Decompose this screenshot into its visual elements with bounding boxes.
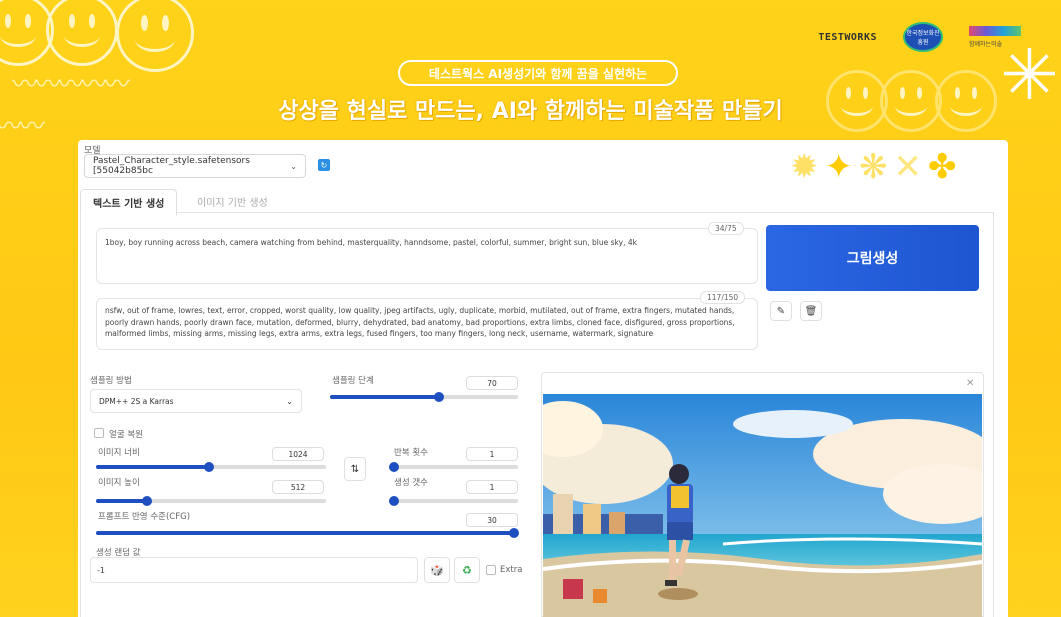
chevron-down-icon: ⌄ [286,396,293,406]
subtitle-pill: 테스트웍스 AI생성기와 함께 꿈을 실현하는 [398,60,678,86]
cfg-input[interactable]: 30 [466,513,518,527]
tab-image-generation[interactable]: 이미지 기반 생성 [185,189,280,214]
partner-logos: TESTWORKS 한국정보화진흥원 함께하는미술 [818,22,1021,52]
page-title: 상상을 현실로 만드는, AI와 함께하는 미술작품 만들기 [278,99,783,124]
model-select[interactable]: Pastel_Character_style.safetensors [5504… [84,154,306,178]
sampling-steps-label: 샘플링 단계 [332,376,374,386]
generate-button[interactable]: 그림생성 [766,225,979,291]
close-icon[interactable]: ✕ [966,378,974,389]
tab-divider [80,212,994,213]
width-input[interactable]: 1024 [272,447,324,461]
batch-count-slider[interactable] [389,462,518,472]
pencil-icon[interactable]: ✎ [770,301,792,321]
extra-checkbox[interactable] [486,565,496,575]
swap-dimensions-icon[interactable]: ⇅ [344,457,366,481]
refresh-icon[interactable]: ↻ [318,159,330,171]
partner-round-logo: 한국정보화진흥원 [903,22,943,52]
width-slider[interactable] [96,462,326,472]
partner-color-logo: 함께하는미술 [969,26,1021,48]
batch-size-label: 생성 갯수 [394,478,428,488]
model-select-value: Pastel_Character_style.safetensors [5504… [93,156,250,176]
extra-label: Extra [500,565,523,575]
negative-prompt-token-counter: 117/150 [700,291,746,304]
cfg-slider[interactable] [96,528,519,538]
width-label: 이미지 너비 [98,448,140,458]
sampling-method-label: 샘플링 방법 [90,376,132,386]
face-restore-label: 얼굴 복원 [109,430,143,440]
clover-icon: ✤ [928,147,957,187]
seed-value: -1 [97,565,105,575]
cross-icon: ✕ [893,147,923,187]
sparkle-icon: ✦ [824,147,854,187]
flower-icon: ❋ [859,147,888,187]
panel-border-right [993,212,994,617]
generated-image [543,394,982,617]
prompt-input[interactable]: 1boy, boy running across beach, camera w… [96,228,758,284]
sampling-steps-input[interactable]: 70 [466,376,518,390]
testworks-logo: TESTWORKS [818,31,877,43]
chevron-down-icon: ⌄ [290,161,297,171]
height-label: 이미지 높이 [98,478,140,488]
negative-prompt-input[interactable]: nsfw, out of frame, lowres, text, error,… [96,298,758,350]
panel-border-left [80,212,81,617]
smiley-face-icon [46,0,118,66]
batch-size-input[interactable]: 1 [466,480,518,494]
tab-text-generation[interactable]: 텍스트 기반 생성 [80,189,178,216]
face-restore-checkbox[interactable] [94,428,104,438]
decorative-shapes: ✹ ✦ ❋ ✕ ✤ [790,150,957,184]
sun-icon: ✹ [790,147,819,187]
sampling-method-select[interactable]: DPM++ 2S a Karras ⌄ [90,389,302,413]
dice-icon[interactable]: 🎲 [424,557,450,583]
height-slider[interactable] [96,496,326,506]
sampling-steps-slider[interactable] [330,392,518,402]
height-input[interactable]: 512 [272,480,324,494]
batch-size-slider[interactable] [389,496,518,506]
trash-icon[interactable]: 🗑 [800,301,822,321]
cfg-label: 프롬프트 반영 수준(CFG) [98,512,191,522]
seed-input[interactable]: -1 [90,557,418,583]
prompt-token-counter: 34/75 [708,222,744,235]
recycle-icon[interactable]: ♻ [454,557,480,583]
smiley-face-icon [116,0,194,72]
batch-count-input[interactable]: 1 [466,447,518,461]
sampling-method-value: DPM++ 2S a Karras [99,396,174,406]
batch-count-label: 반복 횟수 [394,448,428,458]
